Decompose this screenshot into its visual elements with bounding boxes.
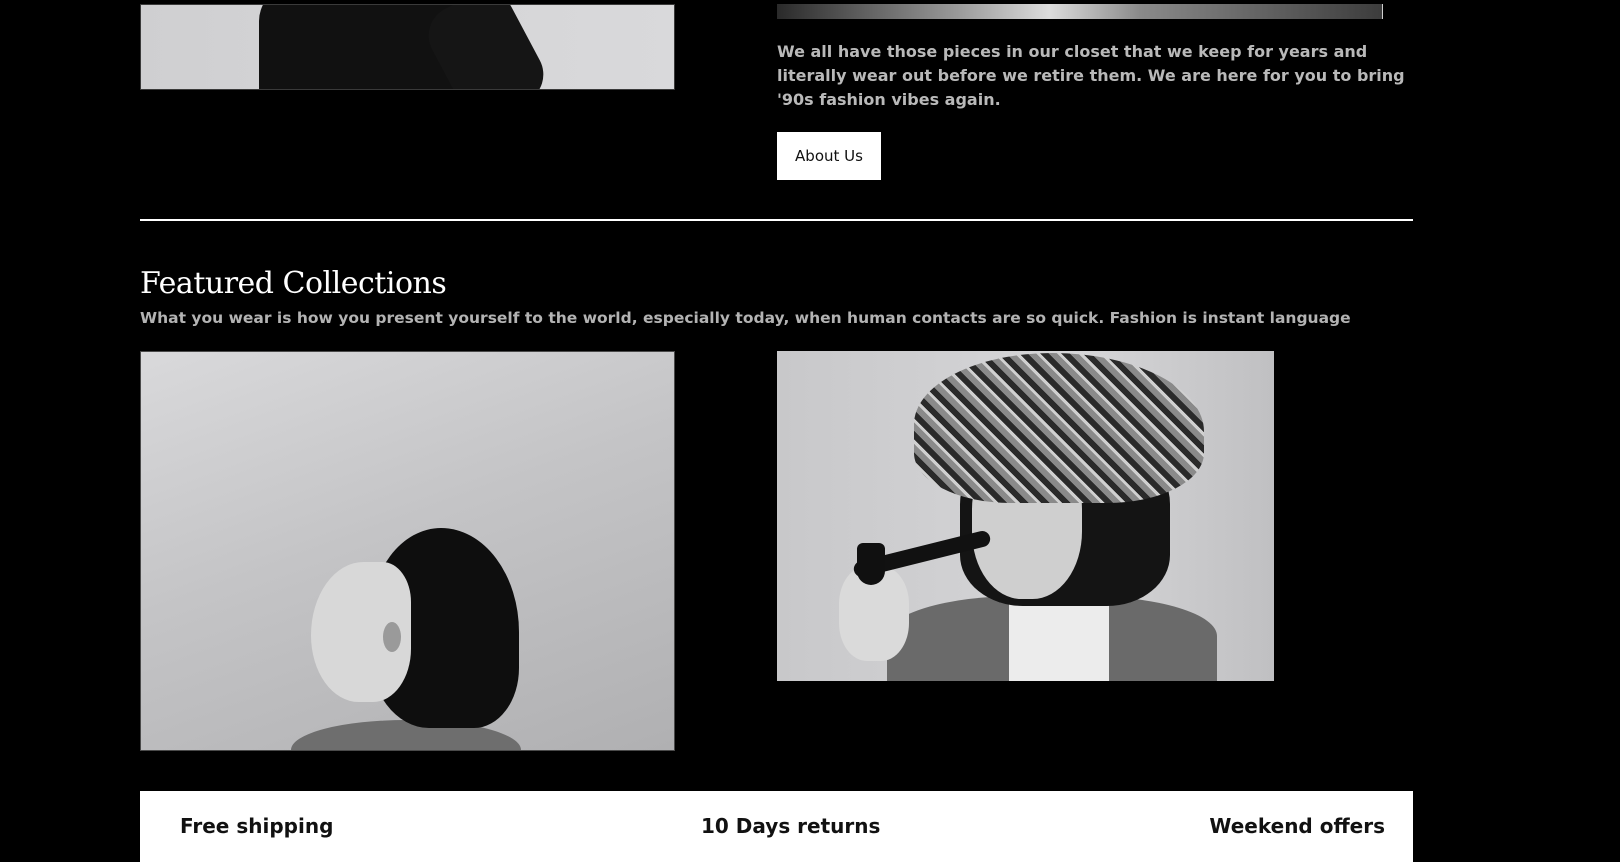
about-us-button[interactable]: About Us — [777, 132, 881, 180]
benefit-returns: 10 Days returns — [701, 814, 881, 838]
benefit-weekend-offers: Weekend offers — [1209, 814, 1385, 838]
page: We all have those pieces in our closet t… — [0, 0, 1620, 862]
featured-collections-title: Featured Collections — [140, 266, 447, 301]
about-image-right — [777, 4, 1383, 19]
benefits-bar: Free shipping 10 Days returns Weekend of… — [140, 791, 1413, 862]
benefit-free-shipping: Free shipping — [180, 814, 334, 838]
section-divider — [140, 219, 1413, 221]
featured-collections-subtitle: What you wear is how you present yoursel… — [140, 309, 1351, 327]
about-description: We all have those pieces in our closet t… — [777, 42, 1405, 109]
collar-shape — [1009, 596, 1109, 681]
about-image-left — [140, 4, 675, 90]
earring-shape — [383, 622, 401, 652]
collection-image-cap-pipe-woman[interactable] — [777, 351, 1274, 681]
cap-shape — [914, 353, 1204, 503]
collection-image-profile-woman[interactable] — [140, 351, 675, 751]
pipe-bowl-shape — [857, 543, 885, 585]
